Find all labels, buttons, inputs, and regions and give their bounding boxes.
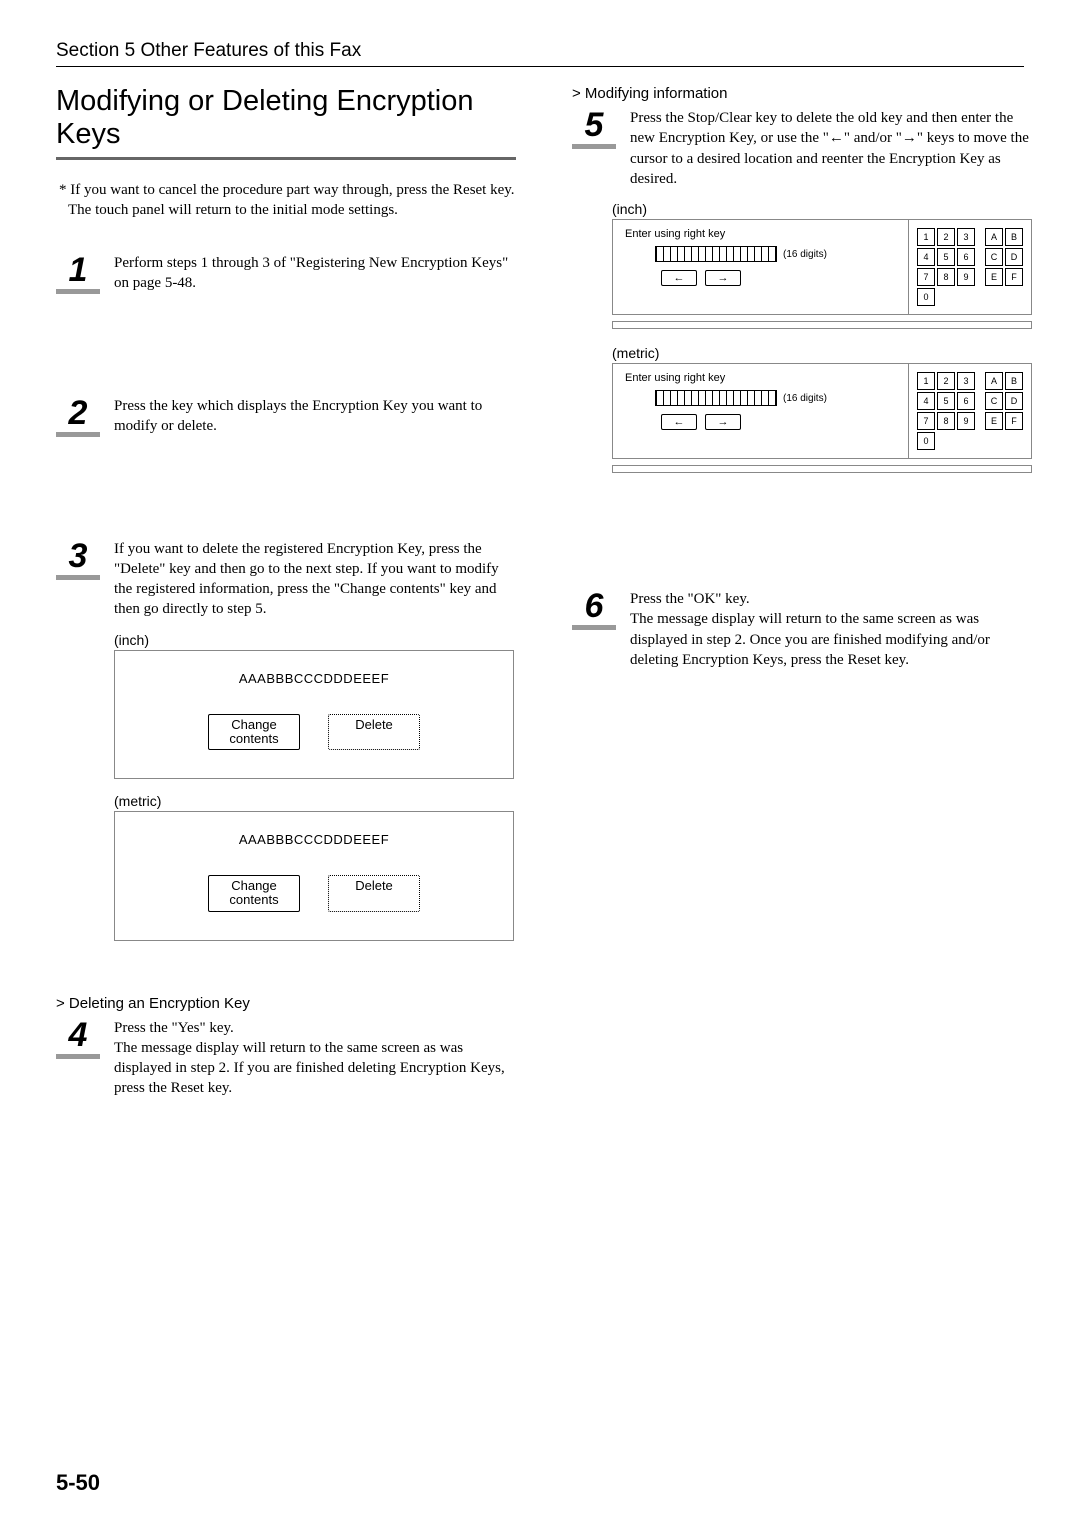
key-b[interactable]: B xyxy=(1005,372,1023,390)
right-column: > Modifying information 5 Press the Stop… xyxy=(572,85,1032,1131)
key-8[interactable]: 8 xyxy=(937,412,955,430)
key-2[interactable]: 2 xyxy=(937,228,955,246)
unit-inch-label: (inch) xyxy=(114,632,516,648)
step-underline xyxy=(572,625,616,630)
key-e[interactable]: E xyxy=(985,412,1003,430)
digits-label: (16 digits) xyxy=(783,393,827,404)
key-2[interactable]: 2 xyxy=(937,372,955,390)
key-6[interactable]: 6 xyxy=(957,248,975,266)
title-rule xyxy=(56,157,516,160)
change-contents-button[interactable]: Change contents xyxy=(208,875,300,912)
key-7[interactable]: 7 xyxy=(917,268,935,286)
step-5-text: Press the Stop/Clear key to delete the o… xyxy=(630,108,1032,189)
left-column: Modifying or Deleting Encryption Keys * … xyxy=(56,85,516,1131)
panel-footer-bar xyxy=(612,321,1032,329)
step-number-1: 1 xyxy=(56,253,100,287)
section-header: Section 5 Other Features of this Fax xyxy=(56,40,1024,62)
unit-metric-label-r: (metric) xyxy=(612,345,1032,361)
step-number-2: 2 xyxy=(56,396,100,430)
key-3[interactable]: 3 xyxy=(957,228,975,246)
step-6-text: Press the "OK" key. The message display … xyxy=(630,589,1032,670)
unit-metric-label: (metric) xyxy=(114,793,516,809)
key-f[interactable]: F xyxy=(1005,412,1023,430)
step-5: 5 Press the Stop/Clear key to delete the… xyxy=(572,108,1032,189)
panel-code-metric: AAABBBCCCDDDEEEF xyxy=(145,832,483,847)
key-8[interactable]: 8 xyxy=(937,268,955,286)
step-underline xyxy=(572,144,616,149)
step3-panel-metric: AAABBBCCCDDDEEEF Change contents Delete xyxy=(114,811,514,941)
change-contents-button[interactable]: Change contents xyxy=(208,714,300,751)
key-9[interactable]: 9 xyxy=(957,412,975,430)
key-b[interactable]: B xyxy=(1005,228,1023,246)
hex-keypad: 1 2 3 A B 4 5 6 C D 7 xyxy=(908,220,1031,314)
delete-button[interactable]: Delete xyxy=(328,714,420,751)
modifying-subhead: > Modifying information xyxy=(572,85,1032,102)
step-number-3: 3 xyxy=(56,539,100,573)
section-rule xyxy=(56,66,1024,67)
page-number: 5-50 xyxy=(56,1470,100,1496)
keypad-prompt: Enter using right key xyxy=(625,372,898,384)
key-6[interactable]: 6 xyxy=(957,392,975,410)
step-number-6: 6 xyxy=(572,589,616,623)
hex-keypad: 1 2 3 A B 4 5 6 C D 7 xyxy=(908,364,1031,458)
keypad-panel-inch: Enter using right key (16 digits) ← → 1 xyxy=(612,219,1032,315)
key-a[interactable]: A xyxy=(985,228,1003,246)
key-3[interactable]: 3 xyxy=(957,372,975,390)
delete-button[interactable]: Delete xyxy=(328,875,420,912)
key-5[interactable]: 5 xyxy=(937,392,955,410)
step-number-5: 5 xyxy=(572,108,616,142)
page-title: Modifying or Deleting Encryption Keys xyxy=(56,85,516,151)
step-underline xyxy=(56,575,100,580)
keypad-panel-metric: Enter using right key (16 digits) ← → 1 xyxy=(612,363,1032,459)
key-9[interactable]: 9 xyxy=(957,268,975,286)
encryption-key-input[interactable] xyxy=(655,390,777,406)
key-5[interactable]: 5 xyxy=(937,248,955,266)
two-column-layout: Modifying or Deleting Encryption Keys * … xyxy=(56,85,1024,1131)
key-c[interactable]: C xyxy=(985,392,1003,410)
key-a[interactable]: A xyxy=(985,372,1003,390)
panel-code-inch: AAABBBCCCDDDEEEF xyxy=(145,671,483,686)
deleting-subhead: > Deleting an Encryption Key xyxy=(56,995,516,1012)
key-c[interactable]: C xyxy=(985,248,1003,266)
key-1[interactable]: 1 xyxy=(917,372,935,390)
step-number-4: 4 xyxy=(56,1018,100,1052)
step-underline xyxy=(56,432,100,437)
step-4: 4 Press the "Yes" key. The message displ… xyxy=(56,1018,516,1099)
key-0[interactable]: 0 xyxy=(917,432,935,450)
key-4[interactable]: 4 xyxy=(917,392,935,410)
step-3-text: If you want to delete the registered Enc… xyxy=(114,539,516,620)
key-d[interactable]: D xyxy=(1005,392,1023,410)
step-4-text: Press the "Yes" key. The message display… xyxy=(114,1018,516,1099)
cancel-note: * If you want to cancel the procedure pa… xyxy=(56,180,516,221)
cursor-left-button[interactable]: ← xyxy=(661,414,697,430)
key-0[interactable]: 0 xyxy=(917,288,935,306)
key-f[interactable]: F xyxy=(1005,268,1023,286)
keypad-prompt: Enter using right key xyxy=(625,228,898,240)
key-d[interactable]: D xyxy=(1005,248,1023,266)
key-7[interactable]: 7 xyxy=(917,412,935,430)
step-1-text: Perform steps 1 through 3 of "Registerin… xyxy=(114,253,516,294)
step-underline xyxy=(56,1054,100,1059)
cursor-right-button[interactable]: → xyxy=(705,414,741,430)
step-6: 6 Press the "OK" key. The message displa… xyxy=(572,589,1032,670)
encryption-key-input[interactable] xyxy=(655,246,777,262)
panel-footer-bar xyxy=(612,465,1032,473)
step-3: 3 If you want to delete the registered E… xyxy=(56,539,516,620)
step-2: 2 Press the key which displays the Encry… xyxy=(56,396,516,437)
step3-panel-inch: AAABBBCCCDDDEEEF Change contents Delete xyxy=(114,650,514,780)
digits-label: (16 digits) xyxy=(783,249,827,260)
cursor-right-button[interactable]: → xyxy=(705,270,741,286)
step-underline xyxy=(56,289,100,294)
step-1: 1 Perform steps 1 through 3 of "Register… xyxy=(56,253,516,294)
cursor-left-button[interactable]: ← xyxy=(661,270,697,286)
key-4[interactable]: 4 xyxy=(917,248,935,266)
step-2-text: Press the key which displays the Encrypt… xyxy=(114,396,516,437)
key-e[interactable]: E xyxy=(985,268,1003,286)
unit-inch-label-r: (inch) xyxy=(612,201,1032,217)
key-1[interactable]: 1 xyxy=(917,228,935,246)
